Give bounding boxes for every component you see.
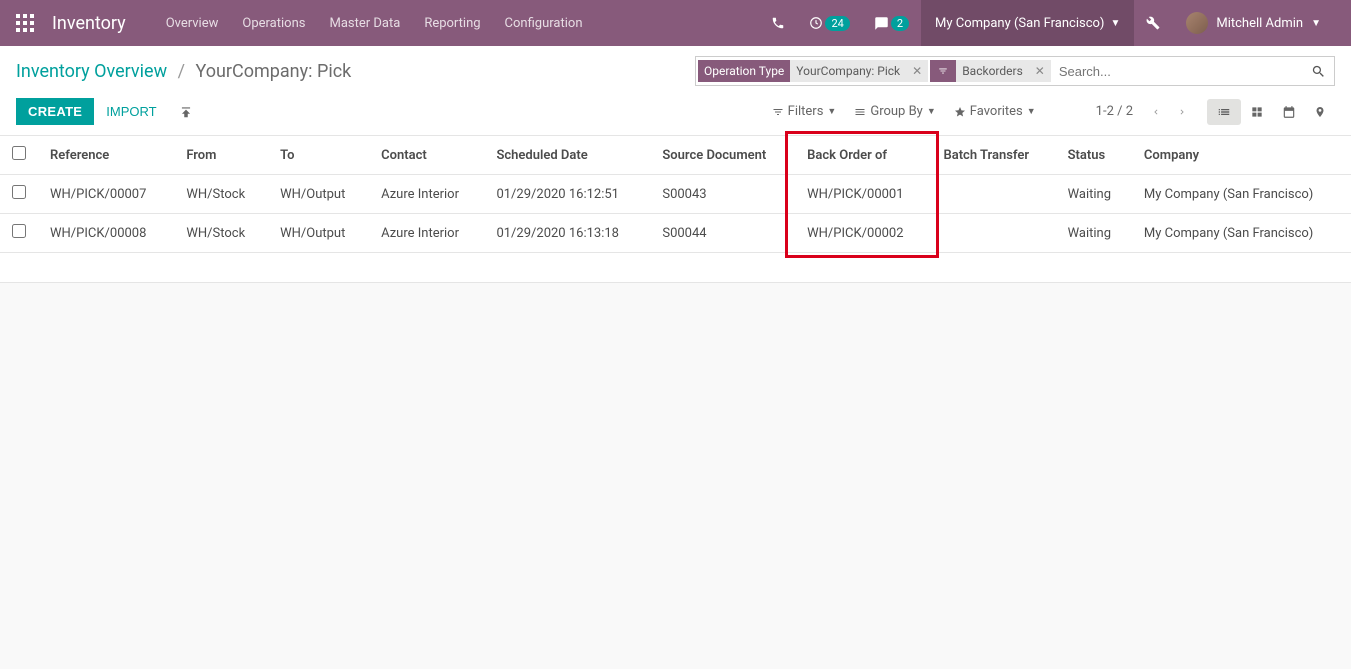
facet-category: Operation Type — [698, 60, 790, 82]
cell-from: WH/Stock — [174, 214, 268, 253]
favorites-label: Favorites — [970, 104, 1023, 119]
caret-down-icon: ▼ — [1311, 18, 1321, 29]
view-switcher — [1207, 99, 1335, 125]
caret-down-icon: ▼ — [1110, 18, 1120, 29]
messages-icon[interactable]: 2 — [862, 0, 921, 46]
cell-company: My Company (San Francisco) — [1132, 214, 1351, 253]
search-view[interactable]: Operation Type YourCompany: Pick ✕ Backo… — [695, 56, 1335, 86]
activities-icon[interactable]: 24 — [797, 0, 861, 46]
main-menu: Overview Operations Master Data Reportin… — [156, 10, 593, 37]
company-label: My Company (San Francisco) — [935, 16, 1104, 31]
search-facet-operation-type: Operation Type YourCompany: Pick ✕ — [698, 60, 928, 82]
col-company[interactable]: Company — [1132, 136, 1351, 175]
cell-status: Waiting — [1056, 214, 1132, 253]
apps-icon[interactable] — [16, 14, 34, 32]
menu-master-data[interactable]: Master Data — [319, 10, 410, 37]
col-from[interactable]: From — [174, 136, 268, 175]
search-options: Filters ▼ Group By ▼ Favorites ▼ — [772, 104, 1036, 119]
view-calendar-icon[interactable] — [1273, 99, 1305, 125]
export-icon[interactable] — [179, 105, 193, 119]
cell-backorder: WH/PICK/00001 — [795, 175, 931, 214]
groupby-dropdown[interactable]: Group By ▼ — [854, 104, 935, 119]
app-brand[interactable]: Inventory — [52, 13, 126, 34]
menu-configuration[interactable]: Configuration — [495, 10, 593, 37]
list-view: Reference From To Contact Scheduled Date… — [0, 136, 1351, 283]
filter-icon — [930, 60, 956, 82]
favorites-dropdown[interactable]: Favorites ▼ — [954, 104, 1036, 119]
avatar — [1186, 12, 1208, 34]
user-label: Mitchell Admin — [1216, 16, 1303, 31]
search-facet-backorders: Backorders ✕ — [930, 60, 1051, 82]
caret-down-icon: ▼ — [927, 106, 936, 117]
col-contact[interactable]: Contact — [369, 136, 484, 175]
facet-remove-icon[interactable]: ✕ — [1029, 60, 1051, 82]
picking-table: Reference From To Contact Scheduled Date… — [0, 136, 1351, 253]
search-icon[interactable] — [1303, 64, 1334, 79]
cell-company: My Company (San Francisco) — [1132, 175, 1351, 214]
pager-prev-icon[interactable] — [1143, 100, 1169, 124]
col-status[interactable]: Status — [1056, 136, 1132, 175]
company-switcher[interactable]: My Company (San Francisco) ▼ — [921, 0, 1134, 46]
col-batch[interactable]: Batch Transfer — [931, 136, 1055, 175]
facet-remove-icon[interactable]: ✕ — [906, 60, 928, 82]
col-backorder[interactable]: Back Order of — [795, 136, 931, 175]
row-checkbox[interactable] — [12, 185, 26, 199]
table-row[interactable]: WH/PICK/00007 WH/Stock WH/Output Azure I… — [0, 175, 1351, 214]
col-source[interactable]: Source Document — [650, 136, 795, 175]
cell-batch — [931, 175, 1055, 214]
view-map-icon[interactable] — [1305, 99, 1335, 125]
cell-source: S00043 — [650, 175, 795, 214]
cell-to: WH/Output — [268, 214, 369, 253]
cell-backorder: WH/PICK/00002 — [795, 214, 931, 253]
col-reference[interactable]: Reference — [38, 136, 174, 175]
search-input[interactable] — [1051, 60, 1303, 83]
pager-wrap: 1-2 / 2 — [1096, 99, 1335, 125]
cell-contact: Azure Interior — [369, 214, 484, 253]
select-all-checkbox[interactable] — [12, 146, 26, 160]
import-button[interactable]: IMPORT — [94, 98, 168, 125]
debug-icon[interactable] — [1134, 0, 1172, 46]
facet-value: Backorders — [956, 60, 1029, 82]
cell-reference: WH/PICK/00007 — [38, 175, 174, 214]
cell-scheduled: 01/29/2020 16:12:51 — [484, 175, 650, 214]
activities-badge: 24 — [825, 16, 849, 31]
caret-down-icon: ▼ — [1027, 106, 1036, 117]
view-kanban-icon[interactable] — [1241, 99, 1273, 125]
col-to[interactable]: To — [268, 136, 369, 175]
col-scheduled[interactable]: Scheduled Date — [484, 136, 650, 175]
cell-source: S00044 — [650, 214, 795, 253]
pager-next-icon[interactable] — [1169, 100, 1195, 124]
messages-badge: 2 — [891, 16, 909, 31]
user-menu[interactable]: Mitchell Admin ▼ — [1172, 12, 1335, 34]
cell-status: Waiting — [1056, 175, 1132, 214]
pager-text[interactable]: 1-2 / 2 — [1096, 104, 1133, 119]
navbar-right: 24 2 My Company (San Francisco) ▼ Mitche… — [759, 0, 1335, 46]
menu-reporting[interactable]: Reporting — [414, 10, 490, 37]
cell-batch — [931, 214, 1055, 253]
menu-overview[interactable]: Overview — [156, 10, 229, 37]
cell-from: WH/Stock — [174, 175, 268, 214]
control-panel: Inventory Overview / YourCompany: Pick O… — [0, 46, 1351, 136]
filters-dropdown[interactable]: Filters ▼ — [772, 104, 837, 119]
filters-label: Filters — [788, 104, 824, 119]
cell-contact: Azure Interior — [369, 175, 484, 214]
facet-value: YourCompany: Pick — [790, 60, 906, 82]
cell-scheduled: 01/29/2020 16:13:18 — [484, 214, 650, 253]
phone-icon[interactable] — [759, 0, 797, 46]
create-button[interactable]: CREATE — [16, 98, 94, 125]
cell-reference: WH/PICK/00008 — [38, 214, 174, 253]
menu-operations[interactable]: Operations — [232, 10, 315, 37]
breadcrumb-root[interactable]: Inventory Overview — [16, 61, 167, 82]
top-navbar: Inventory Overview Operations Master Dat… — [0, 0, 1351, 46]
table-row[interactable]: WH/PICK/00008 WH/Stock WH/Output Azure I… — [0, 214, 1351, 253]
caret-down-icon: ▼ — [827, 106, 836, 117]
breadcrumb: Inventory Overview / YourCompany: Pick — [16, 61, 351, 82]
view-list-icon[interactable] — [1207, 99, 1241, 125]
breadcrumb-sep: / — [178, 61, 185, 82]
groupby-label: Group By — [870, 104, 923, 119]
cell-to: WH/Output — [268, 175, 369, 214]
breadcrumb-current: YourCompany: Pick — [195, 61, 351, 82]
row-checkbox[interactable] — [12, 224, 26, 238]
